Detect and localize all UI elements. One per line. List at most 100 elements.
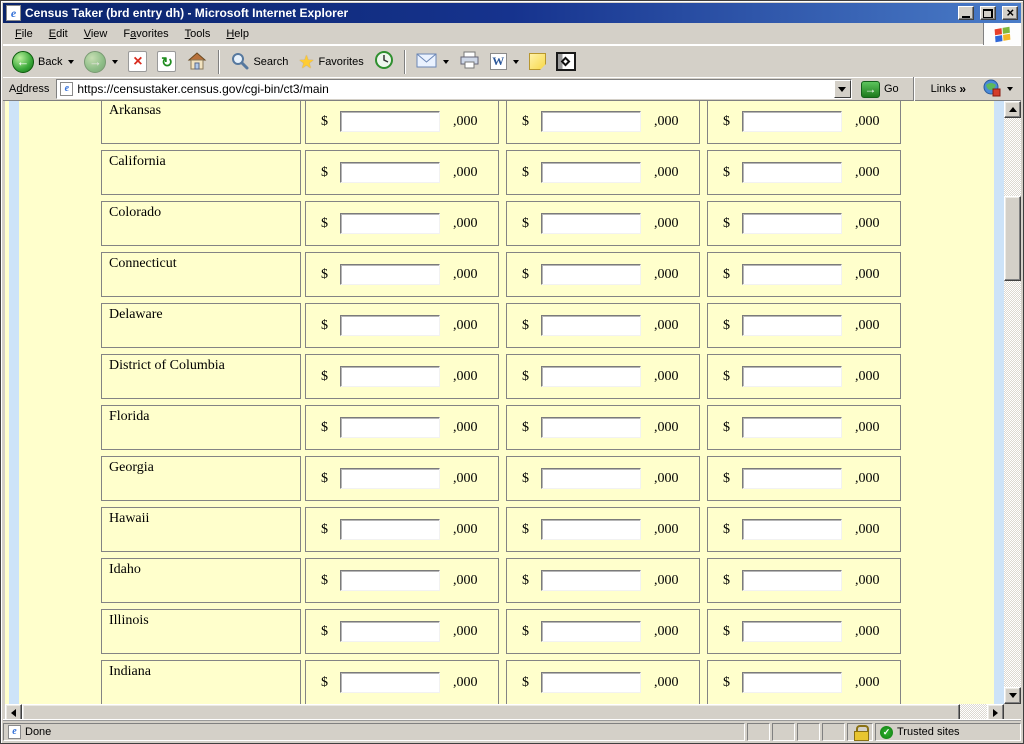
amount-input[interactable] xyxy=(742,315,842,336)
amount-input[interactable] xyxy=(541,111,641,132)
scroll-down-button[interactable] xyxy=(1004,687,1021,704)
scroll-right-button[interactable] xyxy=(987,704,1004,721)
amount-input[interactable] xyxy=(742,366,842,387)
amount-input[interactable] xyxy=(742,162,842,183)
back-dropdown-icon[interactable] xyxy=(68,60,74,64)
amount-input[interactable] xyxy=(340,519,440,540)
dollar-prefix: $ xyxy=(723,624,730,640)
address-label: Address xyxy=(6,83,52,95)
amount-input[interactable] xyxy=(340,570,440,591)
amount-input[interactable] xyxy=(541,621,641,642)
go-icon xyxy=(861,81,880,98)
mail-dropdown-icon[interactable] xyxy=(443,60,449,64)
back-button[interactable]: Back xyxy=(7,48,79,76)
thousands-suffix: ,000 xyxy=(453,267,478,283)
address-input[interactable] xyxy=(77,81,830,97)
state-name: Hawaii xyxy=(109,511,149,526)
amount-input[interactable] xyxy=(742,570,842,591)
diamond-button[interactable] xyxy=(551,48,581,76)
forward-button[interactable] xyxy=(79,48,123,76)
amount-input[interactable] xyxy=(541,264,641,285)
go-button[interactable]: Go xyxy=(856,81,904,98)
edit-with-word-button[interactable] xyxy=(485,48,524,76)
money-cell-1: $ ,000 xyxy=(305,660,499,704)
horizontal-scrollbar-thumb[interactable] xyxy=(22,704,960,721)
mail-button[interactable] xyxy=(411,48,454,76)
state-name-cell: Colorado xyxy=(101,201,301,246)
amount-input[interactable] xyxy=(340,366,440,387)
favorites-button[interactable]: Favorites xyxy=(293,48,368,76)
extension-dropdown-icon[interactable] xyxy=(1007,87,1013,91)
note-button[interactable] xyxy=(524,48,551,76)
menu-view[interactable]: View xyxy=(76,24,116,44)
amount-input[interactable] xyxy=(340,315,440,336)
money-cell-2: $ ,000 xyxy=(506,201,700,246)
amount-input[interactable] xyxy=(742,672,842,693)
search-icon xyxy=(230,51,249,73)
thousands-suffix: ,000 xyxy=(453,624,478,640)
state-name: Delaware xyxy=(109,307,163,322)
amount-input[interactable] xyxy=(541,417,641,438)
minimize-button[interactable] xyxy=(958,6,974,20)
amount-input[interactable] xyxy=(340,264,440,285)
print-button[interactable] xyxy=(454,48,485,76)
amount-input[interactable] xyxy=(742,468,842,489)
amount-input[interactable] xyxy=(742,621,842,642)
amount-input[interactable] xyxy=(541,366,641,387)
table-row: Idaho $ ,000 $ ,000 $ , xyxy=(101,558,901,603)
menu-favorites[interactable]: Favorites xyxy=(115,24,176,44)
amount-input[interactable] xyxy=(340,213,440,234)
address-dropdown-button[interactable] xyxy=(834,80,851,98)
amount-input[interactable] xyxy=(340,417,440,438)
scroll-up-button[interactable] xyxy=(1004,101,1021,118)
amount-input[interactable] xyxy=(742,417,842,438)
money-cell-3: $ ,000 xyxy=(707,609,901,654)
amount-input[interactable] xyxy=(742,264,842,285)
history-button[interactable] xyxy=(369,48,399,76)
stop-button[interactable] xyxy=(123,48,152,76)
close-button[interactable] xyxy=(1002,6,1018,20)
state-name-cell: Illinois xyxy=(101,609,301,654)
menu-tools[interactable]: Tools xyxy=(177,24,219,44)
forward-dropdown-icon[interactable] xyxy=(112,60,118,64)
scroll-left-button[interactable] xyxy=(5,704,22,721)
search-button[interactable]: Search xyxy=(225,48,293,76)
dollar-prefix: $ xyxy=(522,165,529,181)
amount-input[interactable] xyxy=(340,162,440,183)
state-name-cell: Arkansas xyxy=(101,101,301,144)
amount-input[interactable] xyxy=(340,672,440,693)
thousands-suffix: ,000 xyxy=(654,624,679,640)
amount-input[interactable] xyxy=(742,111,842,132)
amount-input[interactable] xyxy=(541,213,641,234)
amount-input[interactable] xyxy=(541,672,641,693)
amount-input[interactable] xyxy=(742,519,842,540)
state-name-cell: Delaware xyxy=(101,303,301,348)
links-overflow-icon[interactable]: » xyxy=(959,82,966,96)
amount-input[interactable] xyxy=(541,570,641,591)
amount-input[interactable] xyxy=(340,111,440,132)
amount-input[interactable] xyxy=(742,213,842,234)
amount-input[interactable] xyxy=(541,315,641,336)
refresh-button[interactable] xyxy=(152,48,181,76)
amount-input[interactable] xyxy=(340,468,440,489)
dollar-prefix: $ xyxy=(723,471,730,487)
links-button[interactable]: Links » xyxy=(924,82,973,96)
amount-input[interactable] xyxy=(541,468,641,489)
home-button[interactable] xyxy=(181,48,213,76)
vertical-scrollbar-thumb[interactable] xyxy=(1004,196,1021,281)
money-cell-3: $ ,000 xyxy=(707,456,901,501)
amount-input[interactable] xyxy=(541,519,641,540)
menu-file[interactable]: File xyxy=(7,24,41,44)
toolbar-separator xyxy=(404,50,406,74)
menu-edit[interactable]: Edit xyxy=(41,24,76,44)
edit-dropdown-icon[interactable] xyxy=(513,60,519,64)
table-row: Indiana $ ,000 $ ,000 $ xyxy=(101,660,901,704)
menu-help[interactable]: Help xyxy=(218,24,257,44)
amount-input[interactable] xyxy=(541,162,641,183)
horizontal-scrollbar[interactable] xyxy=(5,704,1004,721)
vertical-scrollbar[interactable] xyxy=(1004,101,1021,704)
restore-button[interactable] xyxy=(980,6,996,20)
dollar-prefix: $ xyxy=(321,675,328,691)
amount-input[interactable] xyxy=(340,621,440,642)
extension-button[interactable] xyxy=(977,75,1018,103)
